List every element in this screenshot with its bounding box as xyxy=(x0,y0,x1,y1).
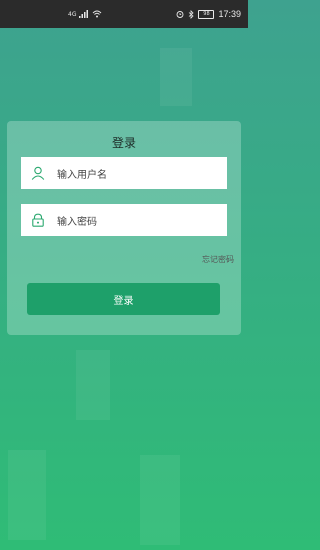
background-decoration xyxy=(140,455,180,545)
password-placeholder: 输入密码 xyxy=(57,216,97,228)
alarm-icon xyxy=(177,11,184,18)
background-decoration xyxy=(76,350,110,420)
username-placeholder: 输入用户名 xyxy=(57,169,107,181)
login-title: 登录 xyxy=(111,136,136,150)
background-decoration xyxy=(160,48,192,106)
background-decoration xyxy=(8,450,46,540)
user-icon xyxy=(21,166,55,180)
bluetooth-icon xyxy=(189,9,195,19)
battery-level: 98 xyxy=(203,10,210,17)
password-field[interactable]: 输入密码 xyxy=(21,204,227,236)
lock-icon xyxy=(21,213,55,227)
battery-icon: 98 xyxy=(198,9,215,19)
status-time: 17:39 xyxy=(218,9,241,19)
network-type-label: 4G xyxy=(68,10,77,18)
login-button[interactable]: 登录 xyxy=(27,283,220,315)
wifi-icon xyxy=(93,10,102,18)
username-field[interactable]: 输入用户名 xyxy=(21,157,227,189)
signal-icon xyxy=(79,10,89,18)
forgot-password-link[interactable]: 忘记密码 xyxy=(202,254,234,265)
login-card: 登录 输入用户名 输入密码 忘记密码 登录 xyxy=(7,121,241,335)
status-bar: 4G 98 17:39 xyxy=(0,0,248,28)
